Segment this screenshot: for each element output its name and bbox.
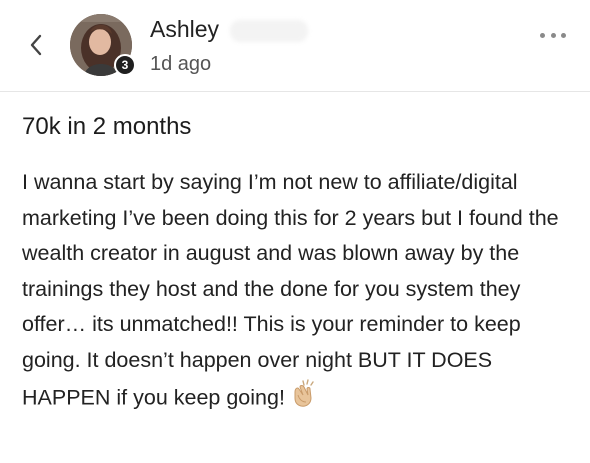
author-name[interactable]: Ashley bbox=[150, 16, 219, 43]
post-header: 3 Ashley 1d ago bbox=[0, 0, 590, 92]
clapping-hands-icon bbox=[289, 378, 319, 420]
more-dot-icon bbox=[561, 32, 566, 38]
level-badge: 3 bbox=[114, 54, 136, 76]
more-dot-icon bbox=[540, 32, 545, 38]
author-avatar-group[interactable]: 3 bbox=[70, 14, 136, 76]
post-title: 70k in 2 months bbox=[22, 113, 192, 140]
redacted-surname bbox=[230, 20, 308, 42]
back-button[interactable] bbox=[22, 30, 50, 60]
post-timestamp: 1d ago bbox=[150, 53, 212, 75]
post-body: I wanna start by saying I’m not new to a… bbox=[22, 165, 570, 420]
chevron-left-icon bbox=[30, 34, 42, 56]
post-body-text: I wanna start by saying I’m not new to a… bbox=[22, 170, 559, 410]
more-dot-icon bbox=[550, 32, 556, 38]
more-options-button[interactable] bbox=[540, 28, 566, 42]
